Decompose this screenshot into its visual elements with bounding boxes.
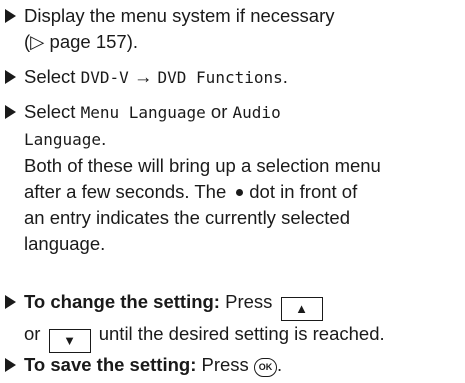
bullet-arrow-icon <box>5 70 16 84</box>
bullet-dot-icon <box>236 188 244 196</box>
step-heading: To save the setting: <box>24 354 197 375</box>
para-line: language. <box>24 233 106 254</box>
step-text: Select <box>24 101 81 122</box>
step-heading: To change the setting: <box>24 291 220 312</box>
step-text: until the desired setting is reached. <box>98 323 385 344</box>
punct: . <box>276 354 283 375</box>
up-arrow-key-icon: ▲ <box>280 297 323 321</box>
step-text: Display the menu system if necessary <box>24 5 335 26</box>
menu-item-dvd-functions: DVD Functions <box>157 68 283 87</box>
punct: . <box>282 66 288 87</box>
step-text: Select <box>24 66 81 87</box>
para-line: Both of these will bring up a selection … <box>24 155 381 176</box>
ok-button-icon: OK <box>253 358 277 377</box>
step-text: Press <box>196 354 249 375</box>
menu-arrow: → <box>128 66 158 87</box>
step-text: or <box>205 101 233 122</box>
bullet-arrow-icon <box>5 295 16 309</box>
para-line: after a few seconds. The <box>24 181 227 202</box>
down-arrow-key-icon: ▼ <box>48 329 91 353</box>
menu-item-audio-language-cont: Language <box>24 130 102 149</box>
step-text-page-ref: (▷ page 157). <box>24 31 138 52</box>
para-line: dot in front of <box>249 181 358 202</box>
menu-item-audio-language: Audio <box>232 103 281 122</box>
step-select-language: Select Menu Language or Audio Language. … <box>0 99 465 257</box>
step-change-setting: To change the setting: Press ▲ or ▼ unti… <box>0 289 465 353</box>
punct: . <box>101 128 107 149</box>
step-save-setting: To save the setting: Press OK. <box>0 352 465 378</box>
step-text: or <box>24 323 41 344</box>
step-display-menu: Display the menu system if necessary (▷ … <box>0 3 465 55</box>
menu-item-dvd-v: DVD-V <box>80 68 129 87</box>
bullet-arrow-icon <box>5 105 16 119</box>
step-select-dvd-functions: Select DVD-V → DVD Functions. <box>0 64 465 91</box>
manual-page: Display the menu system if necessary (▷ … <box>0 0 465 383</box>
para-line: an entry indicates the currently selecte… <box>24 207 350 228</box>
bullet-arrow-icon <box>5 358 16 372</box>
bullet-arrow-icon <box>5 9 16 23</box>
step-text: Press <box>219 291 273 312</box>
menu-item-menu-language: Menu Language <box>80 103 206 122</box>
